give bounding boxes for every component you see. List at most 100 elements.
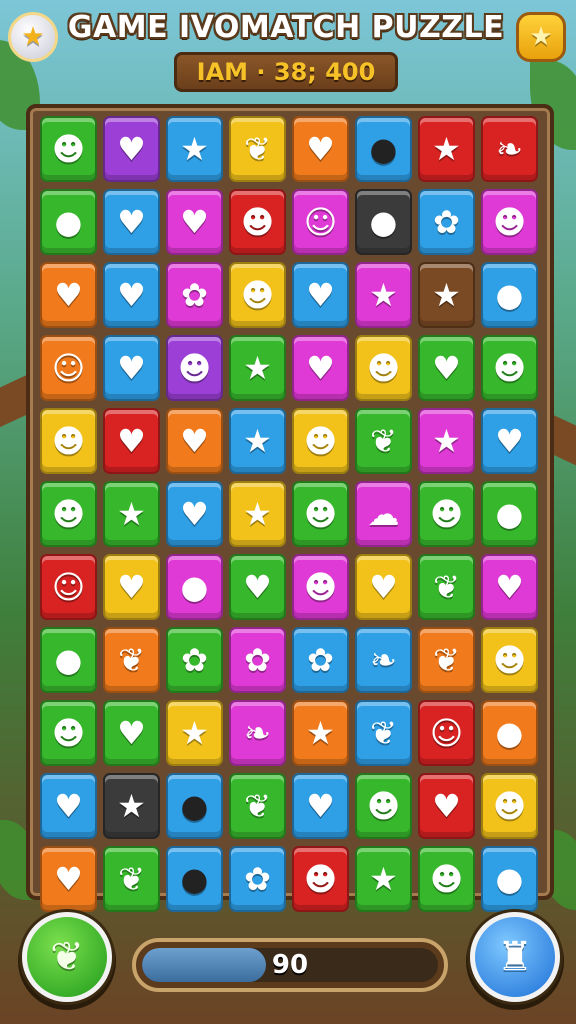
tile[interactable]: ♥	[229, 554, 286, 620]
tile[interactable]: ✿	[166, 627, 223, 693]
tile[interactable]: ☻	[166, 335, 223, 401]
tile[interactable]: ★	[355, 262, 412, 328]
tile[interactable]: ♥	[292, 773, 349, 839]
tile[interactable]: ★	[292, 700, 349, 766]
tile[interactable]: ★	[103, 773, 160, 839]
heart-icon: ♥	[306, 130, 335, 168]
tile[interactable]: ♥	[418, 335, 475, 401]
tile[interactable]: ♥	[481, 554, 538, 620]
tile[interactable]: ♥	[166, 189, 223, 255]
tile[interactable]: ☻	[292, 481, 349, 547]
star-icon: ★	[529, 22, 553, 52]
tile[interactable]: ☻	[418, 481, 475, 547]
tile[interactable]: ✿	[229, 627, 286, 693]
heart-icon: ♥	[369, 568, 398, 606]
tile[interactable]: ♥	[355, 554, 412, 620]
tile[interactable]: ☻	[355, 773, 412, 839]
tile[interactable]: ✿	[292, 627, 349, 693]
tile[interactable]: ★	[229, 408, 286, 474]
tile[interactable]: ☁	[355, 481, 412, 547]
blob-icon: ☁	[367, 495, 400, 533]
tile[interactable]: ♥	[166, 408, 223, 474]
tile[interactable]: ★	[103, 481, 160, 547]
tile[interactable]: ☻	[40, 116, 97, 182]
tile[interactable]: ♥	[292, 335, 349, 401]
tile[interactable]: ♥	[292, 262, 349, 328]
tile[interactable]: ♥	[292, 116, 349, 182]
tooth-powerup-button[interactable]: ♜	[470, 912, 560, 1002]
tile[interactable]: ●	[355, 189, 412, 255]
fruit-icon: ✿	[307, 641, 334, 679]
game-board: ☻ ♥ ★ ❦ ♥ ● ★ ❧ ● ♥ ♥ ☻ ☺ ● ✿ ☻ ♥ ♥ ✿ ☻ ♥ ★ ★ ● ☺ ♥ ☻ ★ ♥ ☻ ♥ ☻ ☻ ♥ ♥ ★ ☻ ❦ ★ ♥…	[26, 104, 554, 912]
tile[interactable]: ♥	[103, 554, 160, 620]
tile[interactable]: ☻	[292, 554, 349, 620]
tile[interactable]: ♥	[40, 773, 97, 839]
tile[interactable]: ♥	[103, 335, 160, 401]
tile[interactable]: ●	[481, 700, 538, 766]
tile[interactable]: ●	[166, 773, 223, 839]
tile[interactable]: ♥	[481, 408, 538, 474]
tile[interactable]: ♥	[418, 773, 475, 839]
star-icon: ★	[180, 714, 209, 752]
tile[interactable]: ♥	[103, 700, 160, 766]
tile[interactable]: ❦	[355, 700, 412, 766]
profile-star-button[interactable]: ★	[8, 12, 58, 62]
tile[interactable]: ✿	[166, 262, 223, 328]
tile[interactable]: ★	[166, 116, 223, 182]
tile[interactable]: ❧	[229, 700, 286, 766]
tile[interactable]: ♥	[103, 116, 160, 182]
tile[interactable]: ●	[355, 116, 412, 182]
tile[interactable]: ★	[418, 262, 475, 328]
tile[interactable]: ★	[418, 408, 475, 474]
tile[interactable]: ☻	[40, 408, 97, 474]
tile[interactable]: ●	[166, 554, 223, 620]
tile[interactable]: ♥	[103, 189, 160, 255]
tile[interactable]: ★	[229, 335, 286, 401]
tile[interactable]: ●	[40, 189, 97, 255]
tile[interactable]: ❦	[355, 408, 412, 474]
tile[interactable]: ♥	[103, 408, 160, 474]
pepper-icon: ❧	[496, 130, 523, 168]
tile[interactable]: ●	[481, 481, 538, 547]
tile[interactable]: ♥	[166, 481, 223, 547]
tile[interactable]: ❦	[103, 627, 160, 693]
tile[interactable]: ❦	[418, 554, 475, 620]
tile[interactable]: ✿	[418, 189, 475, 255]
star-button[interactable]: ★	[516, 12, 566, 62]
tile[interactable]: ☻	[355, 335, 412, 401]
tile[interactable]: ☻	[481, 335, 538, 401]
tile[interactable]: ♥	[40, 262, 97, 328]
tile[interactable]: ☻	[40, 481, 97, 547]
tooth-powerup-icon: ♜	[497, 934, 533, 980]
tile[interactable]: ☺	[292, 189, 349, 255]
tile[interactable]: ☻	[292, 408, 349, 474]
tile[interactable]: ☺	[40, 335, 97, 401]
star-icon: ★	[180, 130, 209, 168]
tile[interactable]: ❧	[481, 116, 538, 182]
leaf-card-button[interactable]: ❦	[22, 912, 112, 1002]
tile[interactable]: ☻	[481, 189, 538, 255]
tile[interactable]: ★	[229, 481, 286, 547]
leaf-icon: ❦	[118, 860, 145, 898]
tile[interactable]: ●	[481, 262, 538, 328]
tile[interactable]: ☺	[40, 554, 97, 620]
pepper-icon: ❧	[244, 714, 271, 752]
tile[interactable]: ☻	[229, 262, 286, 328]
smiley-icon: ☻	[429, 495, 464, 533]
smiley-icon: ☻	[51, 130, 86, 168]
tile[interactable]: ☻	[40, 700, 97, 766]
tile[interactable]: ❧	[355, 627, 412, 693]
smiley-icon: ☻	[177, 349, 212, 387]
tile[interactable]: ♥	[103, 262, 160, 328]
tile[interactable]: ●	[40, 627, 97, 693]
tile[interactable]: ★	[166, 700, 223, 766]
tile[interactable]: ❦	[229, 773, 286, 839]
pepper-icon: ❧	[370, 641, 397, 679]
tile[interactable]: ★	[418, 116, 475, 182]
tile[interactable]: ☻	[481, 627, 538, 693]
tile[interactable]: ☻	[481, 773, 538, 839]
tile[interactable]: ☺	[418, 700, 475, 766]
tile[interactable]: ❦	[418, 627, 475, 693]
tile[interactable]: ☻	[229, 189, 286, 255]
tile[interactable]: ❦	[229, 116, 286, 182]
